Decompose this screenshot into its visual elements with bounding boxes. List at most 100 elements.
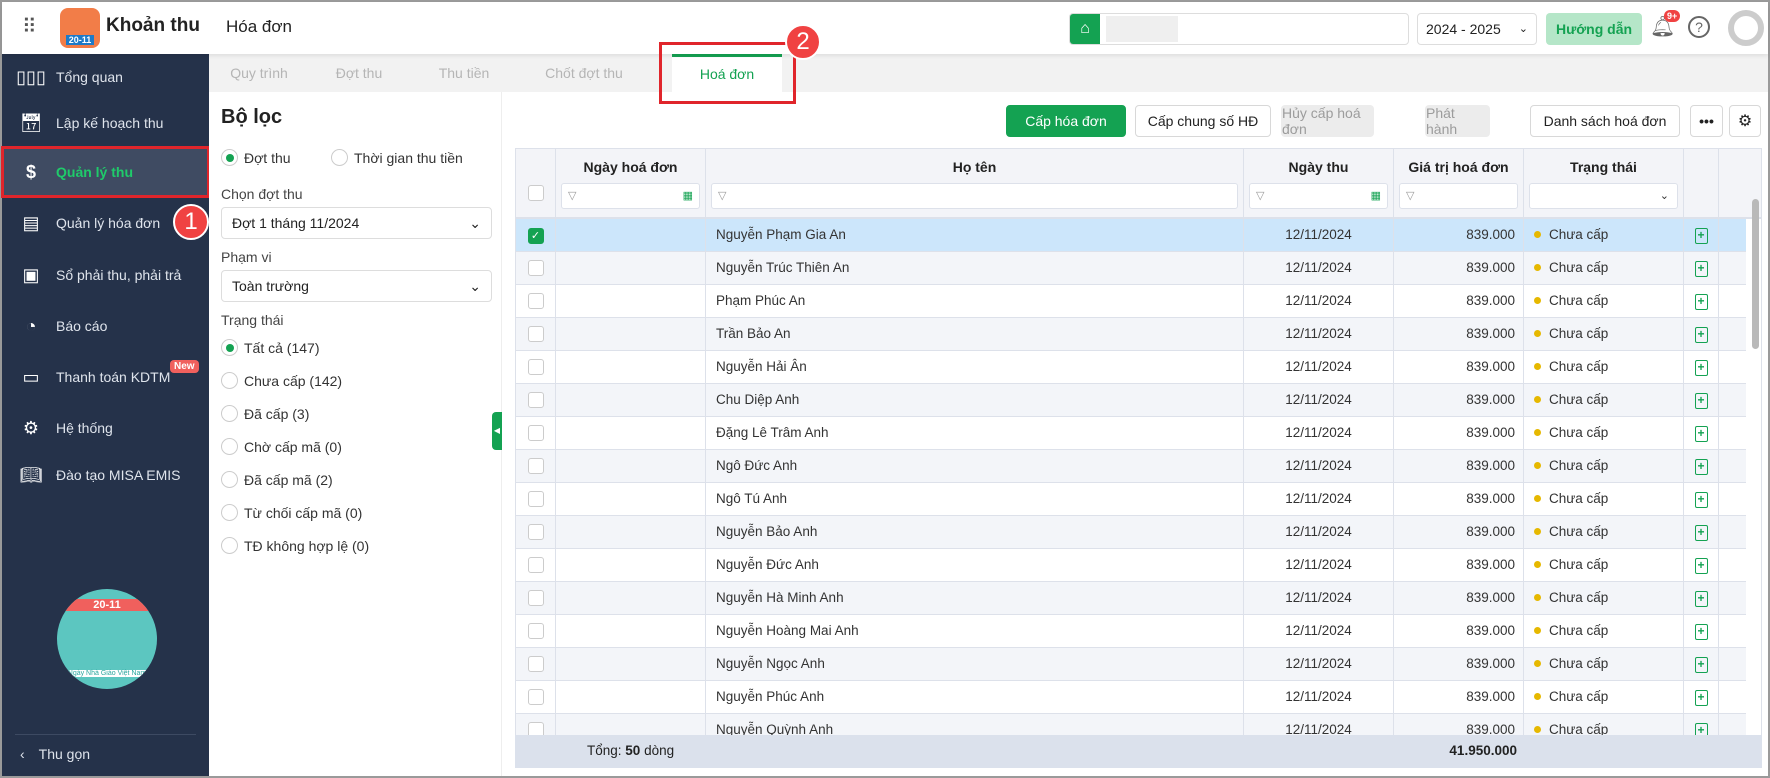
tab-close-period[interactable]: Chốt đợt thu	[519, 54, 649, 92]
table-row[interactable]: Nguyễn Hoàng Mai Anh 12/11/2024 839.000 …	[516, 615, 1746, 648]
school-year-select[interactable]: 2024 - 2025 ⌄	[1417, 13, 1537, 45]
status-text: Chưa cấp	[1549, 392, 1609, 407]
add-invoice-icon[interactable]: +	[1694, 657, 1708, 673]
sidebar-item-reports[interactable]: ◔ Báo cáo	[4, 303, 207, 349]
invoice-list-button[interactable]: Danh sách hoá đơn	[1530, 105, 1680, 137]
status-filter-select[interactable]: ⌄	[1529, 183, 1678, 209]
guide-button[interactable]: Hướng dẫn	[1546, 13, 1642, 45]
settings-gear-icon[interactable]: ⚙	[1729, 105, 1761, 137]
publish-button[interactable]: Phát hành	[1425, 105, 1490, 137]
radio-period[interactable]: Đợt thu	[221, 149, 291, 166]
select-all-checkbox[interactable]	[528, 185, 544, 201]
add-invoice-icon[interactable]: +	[1694, 690, 1708, 706]
payment-date-filter[interactable]: ▽ ▦	[1249, 183, 1388, 209]
value-filter[interactable]: ▽	[1399, 183, 1518, 209]
status-all[interactable]: Tất cả (147)	[221, 339, 319, 356]
add-invoice-icon[interactable]: +	[1694, 261, 1708, 277]
collapse-sidebar-button[interactable]: ‹ Thu gọn	[20, 746, 90, 762]
row-checkbox[interactable]	[527, 623, 544, 639]
filter-icon: ▽	[1256, 190, 1265, 202]
table-row[interactable]: Nguyễn Hải Ân 12/11/2024 839.000 Chưa cấ…	[516, 351, 1746, 384]
sidebar-item-overview[interactable]: ▯▯▯ Tổng quan	[4, 54, 207, 100]
sidebar-item-collection[interactable]: $ Quản lý thu	[1, 146, 210, 198]
row-checkbox[interactable]	[527, 359, 544, 375]
table-row[interactable]: ✓ Nguyễn Phạm Gia An 12/11/2024 839.000 …	[516, 219, 1746, 252]
app-grid-icon[interactable]: ⠿	[22, 14, 37, 39]
school-selector[interactable]: ⌂	[1069, 13, 1409, 45]
table-row[interactable]: Nguyễn Đức Anh 12/11/2024 839.000 Chưa c…	[516, 549, 1746, 582]
calendar-icon[interactable]: ▦	[683, 184, 693, 208]
tab-collection-period[interactable]: Đợt thu	[309, 54, 409, 92]
status-not-issued[interactable]: Chưa cấp (142)	[221, 372, 342, 389]
scope-select[interactable]: Toàn trường ⌄	[221, 270, 492, 302]
issue-invoice-button[interactable]: Cấp hóa đơn	[1006, 105, 1126, 137]
name-cell: Nguyễn Hà Minh Anh	[706, 582, 1244, 614]
status-issued[interactable]: Đã cấp (3)	[221, 405, 309, 422]
row-checkbox[interactable]	[527, 557, 544, 573]
row-checkbox[interactable]	[527, 656, 544, 672]
row-checkbox[interactable]	[527, 326, 544, 342]
add-invoice-icon[interactable]: +	[1694, 591, 1708, 607]
document-icon: ▤	[22, 212, 40, 233]
row-checkbox[interactable]	[527, 590, 544, 606]
add-invoice-icon[interactable]: +	[1694, 459, 1708, 475]
row-checkbox[interactable]	[527, 425, 544, 441]
value-cell: 839.000	[1394, 549, 1524, 581]
add-invoice-icon[interactable]: +	[1694, 525, 1708, 541]
table-row[interactable]: Nguyễn Ngọc Anh 12/11/2024 839.000 Chưa …	[516, 648, 1746, 681]
status-cell: Chưa cấp	[1524, 219, 1684, 251]
payment-date-cell: 12/11/2024	[1244, 351, 1394, 383]
avatar[interactable]	[1728, 10, 1764, 46]
table-row[interactable]: Nguyễn Hà Minh Anh 12/11/2024 839.000 Ch…	[516, 582, 1746, 615]
add-invoice-icon[interactable]: +	[1694, 393, 1708, 409]
sidebar-item-training[interactable]: 📖︎ Đào tạo MISA EMIS	[4, 452, 207, 498]
table-row[interactable]: Phạm Phúc An 12/11/2024 839.000 Chưa cấp…	[516, 285, 1746, 318]
add-invoice-icon[interactable]: +	[1694, 624, 1708, 640]
value-cell: 839.000	[1394, 285, 1524, 317]
row-checkbox[interactable]: ✓	[527, 228, 544, 244]
calendar-icon[interactable]: ▦	[1371, 184, 1381, 208]
invoice-date-filter[interactable]: ▽ ▦	[561, 183, 700, 209]
row-checkbox[interactable]	[527, 458, 544, 474]
add-invoice-icon[interactable]: +	[1694, 426, 1708, 442]
more-options-icon[interactable]: •••	[1690, 105, 1723, 137]
tab-process[interactable]: Quy trình	[209, 54, 309, 92]
name-filter[interactable]: ▽	[711, 183, 1238, 209]
collapse-filter-handle[interactable]: ◀	[492, 412, 502, 450]
row-checkbox[interactable]	[527, 491, 544, 507]
status-code-rejected[interactable]: Từ chối cấp mã (0)	[221, 504, 362, 521]
table-row[interactable]: Đặng Lê Trâm Anh 12/11/2024 839.000 Chưa…	[516, 417, 1746, 450]
table-row[interactable]: Nguyễn Bảo Anh 12/11/2024 839.000 Chưa c…	[516, 516, 1746, 549]
sidebar-item-payment[interactable]: ▭ Thanh toán KDTM New	[4, 354, 207, 400]
add-invoice-icon[interactable]: +	[1694, 492, 1708, 508]
row-checkbox[interactable]	[527, 293, 544, 309]
table-row[interactable]: Chu Diệp Anh 12/11/2024 839.000 Chưa cấp…	[516, 384, 1746, 417]
row-checkbox[interactable]	[527, 392, 544, 408]
sidebar-item-system[interactable]: ⚙ Hệ thống	[4, 405, 207, 451]
add-invoice-icon[interactable]: +	[1694, 558, 1708, 574]
row-checkbox[interactable]	[527, 524, 544, 540]
table-row[interactable]: Ngô Tú Anh 12/11/2024 839.000 Chưa cấp +	[516, 483, 1746, 516]
table-row[interactable]: Nguyễn Trúc Thiên An 12/11/2024 839.000 …	[516, 252, 1746, 285]
table-row[interactable]: Nguyễn Phúc Anh 12/11/2024 839.000 Chưa …	[516, 681, 1746, 714]
add-invoice-icon[interactable]: +	[1694, 228, 1708, 244]
table-row[interactable]: Ngô Đức Anh 12/11/2024 839.000 Chưa cấp …	[516, 450, 1746, 483]
radio-payment-time[interactable]: Thời gian thu tiền	[331, 149, 463, 166]
add-invoice-icon[interactable]: +	[1694, 294, 1708, 310]
add-invoice-icon[interactable]: +	[1694, 360, 1708, 376]
issue-common-number-button[interactable]: Cấp chung số HĐ	[1135, 105, 1271, 137]
tab-payment[interactable]: Thu tiền	[409, 54, 519, 92]
sidebar-item-plan[interactable]: 📅︎ Lập kế hoạch thu	[4, 100, 207, 146]
table-scrollbar[interactable]	[1752, 199, 1759, 349]
status-invalid[interactable]: TĐ không hợp lệ (0)	[221, 537, 369, 554]
row-checkbox[interactable]	[527, 689, 544, 705]
status-code-issued[interactable]: Đã cấp mã (2)	[221, 471, 333, 488]
row-checkbox[interactable]	[527, 260, 544, 276]
table-row[interactable]: Trần Bảo An 12/11/2024 839.000 Chưa cấp …	[516, 318, 1746, 351]
help-icon[interactable]: ?	[1688, 16, 1710, 38]
sidebar-item-ledger[interactable]: ▣ Sổ phải thu, phải trả	[4, 252, 207, 298]
status-waiting-code[interactable]: Chờ cấp mã (0)	[221, 438, 342, 455]
period-select[interactable]: Đợt 1 tháng 11/2024 ⌄	[221, 207, 492, 239]
cancel-issue-button[interactable]: Hủy cấp hoá đơn	[1281, 105, 1374, 137]
add-invoice-icon[interactable]: +	[1694, 327, 1708, 343]
